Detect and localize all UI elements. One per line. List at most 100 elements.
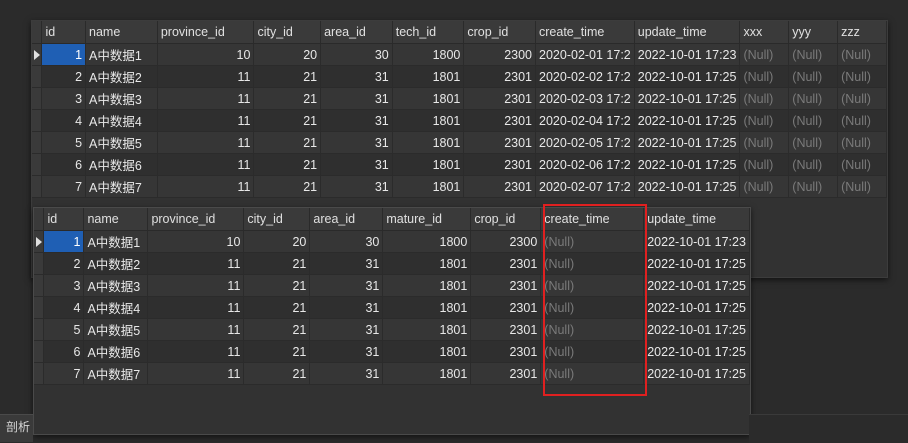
- table-cell[interactable]: (Null): [788, 131, 839, 154]
- table-cell[interactable]: 5: [43, 318, 85, 341]
- column-header[interactable]: zzz: [837, 21, 887, 44]
- table-cell[interactable]: 21: [243, 318, 311, 341]
- table-cell[interactable]: 31: [320, 131, 393, 154]
- table-cell[interactable]: 1801: [382, 318, 472, 341]
- table-cell[interactable]: 11: [147, 318, 245, 341]
- table-cell[interactable]: 30: [309, 230, 384, 253]
- column-header[interactable]: province_id: [157, 21, 255, 44]
- table-cell[interactable]: (Null): [788, 43, 839, 66]
- table-cell[interactable]: 2022-10-01 17:25: [643, 318, 750, 341]
- table-cell[interactable]: 31: [320, 87, 393, 110]
- table-row[interactable]: 4 A中数据4 11 21 31 1801 2301 2020-02-04 17:2 2022-…: [32, 109, 887, 132]
- row-marker[interactable]: [32, 65, 43, 88]
- table-row[interactable]: 7 A中数据7 11 21 31 1801 2301 (Null) 2022-10-01 17:…: [34, 362, 750, 385]
- table-cell[interactable]: 2020-02-03 17:2: [535, 87, 635, 110]
- table-cell[interactable]: (Null): [739, 175, 790, 198]
- table-row[interactable]: 5 A中数据5 11 21 31 1801 2301 2020-02-05 17:2 2022-…: [32, 131, 887, 154]
- table-cell[interactable]: 1801: [382, 274, 472, 297]
- table-cell[interactable]: (Null): [540, 230, 645, 253]
- table-cell[interactable]: 31: [309, 252, 384, 275]
- row-marker[interactable]: [34, 274, 45, 297]
- table-cell[interactable]: 2301: [463, 87, 537, 110]
- table-cell[interactable]: 3: [43, 274, 85, 297]
- table-cell[interactable]: (Null): [788, 175, 839, 198]
- table-cell[interactable]: 1800: [382, 230, 472, 253]
- table-cell[interactable]: A中数据4: [83, 296, 149, 319]
- table-cell[interactable]: 2022-10-01 17:25: [643, 274, 750, 297]
- table-cell[interactable]: 1801: [382, 296, 472, 319]
- table-cell[interactable]: (Null): [788, 87, 839, 110]
- table-cell[interactable]: 21: [243, 274, 311, 297]
- table-cell[interactable]: 3: [41, 87, 87, 110]
- row-marker[interactable]: [32, 175, 43, 198]
- row-marker[interactable]: [32, 153, 43, 176]
- table-cell[interactable]: (Null): [540, 296, 645, 319]
- table-cell[interactable]: 4: [43, 296, 85, 319]
- table-cell[interactable]: (Null): [739, 109, 790, 132]
- table-cell[interactable]: 2022-10-01 17:25: [643, 340, 750, 363]
- column-header[interactable]: crop_id: [470, 208, 542, 231]
- table-cell[interactable]: A中数据6: [85, 153, 158, 176]
- table-cell[interactable]: 2022-10-01 17:25: [634, 175, 741, 198]
- table-cell[interactable]: (Null): [739, 153, 790, 176]
- column-header[interactable]: xxx: [739, 21, 790, 44]
- table-row[interactable]: 6 A中数据6 11 21 31 1801 2301 (Null) 2022-10-01 17:…: [34, 340, 750, 363]
- row-marker[interactable]: [34, 362, 45, 385]
- row-marker[interactable]: [32, 87, 43, 110]
- table-cell[interactable]: 2020-02-06 17:2: [535, 153, 635, 176]
- table-row[interactable]: 2 A中数据2 11 21 31 1801 2301 (Null) 2022-10-01 17:…: [34, 252, 750, 275]
- table-row[interactable]: 3 A中数据3 11 21 31 1801 2301 2020-02-03 17:2 2022-…: [32, 87, 887, 110]
- table-row[interactable]: 1 A中数据1 10 20 30 1800 2300 (Null) 2022-10-01 17:…: [34, 230, 750, 253]
- table-cell[interactable]: 11: [157, 65, 255, 88]
- column-header[interactable]: crop_id: [463, 21, 537, 44]
- table-cell[interactable]: (Null): [837, 43, 887, 66]
- column-header[interactable]: create_time: [535, 21, 635, 44]
- table-cell[interactable]: 21: [253, 153, 322, 176]
- row-marker[interactable]: [32, 131, 43, 154]
- table-cell[interactable]: A中数据6: [83, 340, 149, 363]
- table-cell[interactable]: 31: [309, 362, 384, 385]
- row-marker[interactable]: [32, 43, 43, 66]
- table-cell[interactable]: 2: [41, 65, 87, 88]
- table-cell[interactable]: 31: [309, 318, 384, 341]
- table-cell[interactable]: 2020-02-07 17:2: [535, 175, 635, 198]
- table-cell[interactable]: (Null): [788, 65, 839, 88]
- table-cell[interactable]: 1800: [392, 43, 465, 66]
- table-cell[interactable]: 21: [243, 252, 311, 275]
- result-grid-bottom[interactable]: id name province_id city_id area_id matu…: [33, 207, 751, 435]
- table-cell[interactable]: A中数据1: [85, 43, 158, 66]
- table-cell[interactable]: 2301: [463, 65, 537, 88]
- table-cell[interactable]: (Null): [540, 340, 645, 363]
- table-cell[interactable]: 10: [157, 43, 255, 66]
- table-cell[interactable]: 2301: [470, 340, 542, 363]
- column-header[interactable]: mature_id: [382, 208, 472, 231]
- table-cell[interactable]: 1801: [392, 153, 465, 176]
- table-cell[interactable]: 31: [320, 175, 393, 198]
- table-cell[interactable]: 31: [309, 340, 384, 363]
- table-cell[interactable]: 30: [320, 43, 393, 66]
- table-cell[interactable]: 31: [309, 296, 384, 319]
- table-row[interactable]: 6 A中数据6 11 21 31 1801 2301 2020-02-06 17:2 2022-…: [32, 153, 887, 176]
- table-cell[interactable]: (Null): [788, 109, 839, 132]
- table-cell[interactable]: 2301: [470, 274, 542, 297]
- table-cell[interactable]: 2301: [470, 318, 542, 341]
- table-cell[interactable]: 2022-10-01 17:25: [634, 87, 741, 110]
- table-cell[interactable]: 11: [147, 340, 245, 363]
- table-cell[interactable]: 21: [243, 340, 311, 363]
- table-cell[interactable]: 6: [41, 153, 87, 176]
- table-cell[interactable]: 11: [157, 175, 255, 198]
- table-cell[interactable]: 2301: [463, 153, 537, 176]
- table-cell[interactable]: 2022-10-01 17:25: [643, 296, 750, 319]
- table-cell[interactable]: 31: [320, 153, 393, 176]
- table-cell[interactable]: (Null): [837, 175, 887, 198]
- table-row[interactable]: 3 A中数据3 11 21 31 1801 2301 (Null) 2022-10-01 17:…: [34, 274, 750, 297]
- table-cell[interactable]: 11: [157, 87, 255, 110]
- table-cell[interactable]: 11: [147, 296, 245, 319]
- table-cell[interactable]: 1801: [392, 109, 465, 132]
- row-marker[interactable]: [34, 340, 45, 363]
- table-cell[interactable]: 2300: [470, 230, 542, 253]
- table-row[interactable]: 5 A中数据5 11 21 31 1801 2301 (Null) 2022-10-01 17:…: [34, 318, 750, 341]
- table-cell[interactable]: 2: [43, 252, 85, 275]
- table-cell[interactable]: A中数据7: [85, 175, 158, 198]
- column-header[interactable]: tech_id: [392, 21, 465, 44]
